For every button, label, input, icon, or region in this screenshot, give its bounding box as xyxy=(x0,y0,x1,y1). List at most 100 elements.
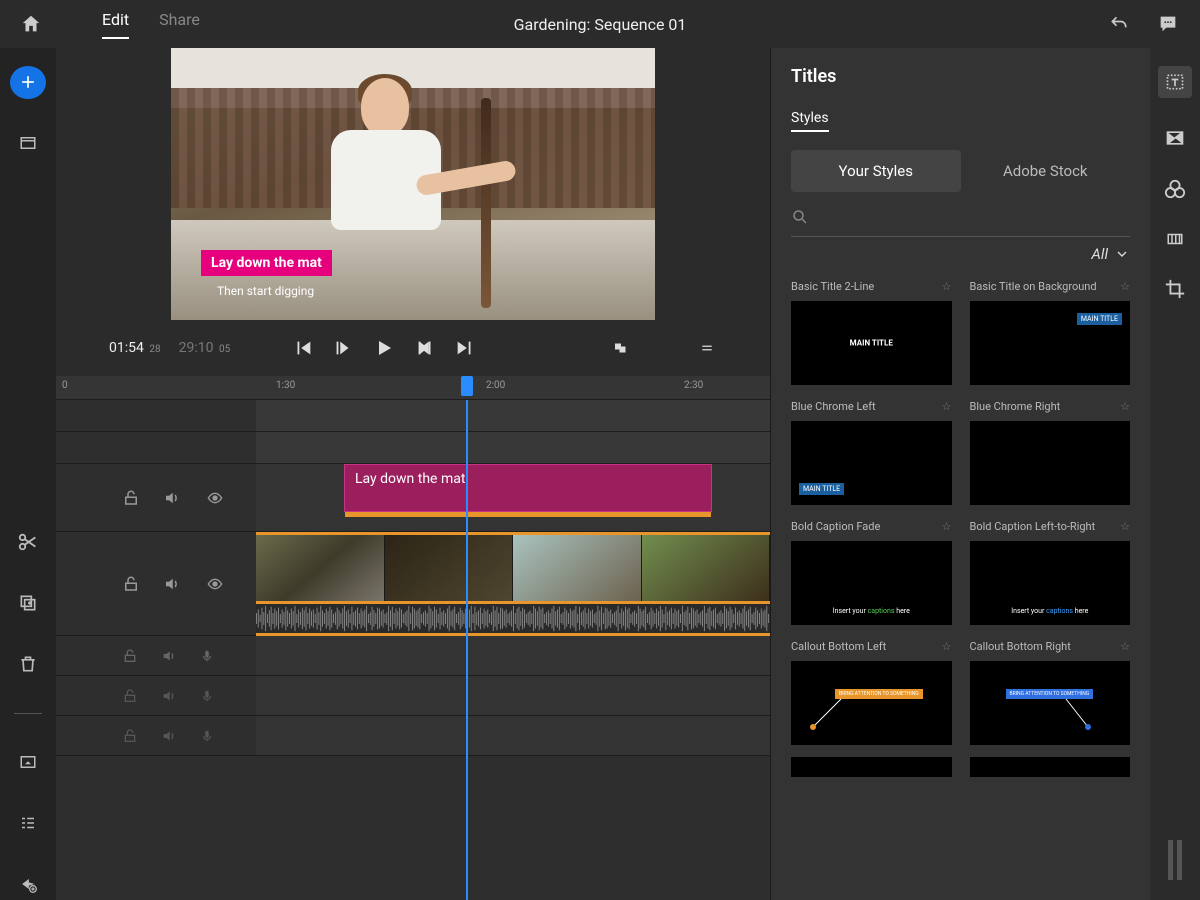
timeline-ruler[interactable]: 0 1:30 2:00 2:30 xyxy=(56,376,770,400)
skip-forward-icon[interactable] xyxy=(454,337,476,359)
style-name: Blue Chrome Right xyxy=(970,400,1061,413)
audio-track-2 xyxy=(56,676,770,716)
style-name: Basic Title 2-Line xyxy=(791,280,874,293)
overlay-title: Lay down the mat xyxy=(201,250,332,276)
track-list-icon[interactable] xyxy=(10,806,46,839)
home-icon[interactable] xyxy=(20,13,42,35)
spacer-track xyxy=(56,400,770,432)
style-name: Callout Bottom Left xyxy=(791,640,886,653)
lock-icon[interactable] xyxy=(122,647,138,665)
favorite-icon[interactable]: ☆ xyxy=(1120,520,1130,533)
favorite-icon[interactable]: ☆ xyxy=(1120,400,1130,413)
preview-monitor[interactable]: Lay down the mat Then start digging xyxy=(171,48,655,320)
style-item[interactable]: Basic Title on Background☆ MAIN TITLE xyxy=(970,277,1131,385)
crop-icon[interactable] xyxy=(1164,278,1186,300)
fullscreen-icon[interactable] xyxy=(611,339,631,357)
seg-adobe-stock[interactable]: Adobe Stock xyxy=(961,150,1131,192)
project-panel-icon[interactable] xyxy=(10,127,46,160)
expand-panel-icon[interactable] xyxy=(10,745,46,778)
mic-icon[interactable] xyxy=(200,646,214,666)
mute-icon[interactable] xyxy=(160,648,178,664)
visibility-icon[interactable] xyxy=(204,576,226,592)
step-forward-icon[interactable] xyxy=(414,337,436,359)
search-row[interactable] xyxy=(791,208,1130,237)
audio-meters-icon[interactable] xyxy=(1166,840,1184,880)
favorite-icon[interactable]: ☆ xyxy=(1120,640,1130,653)
right-toolbar xyxy=(1150,48,1200,900)
titles-tool-icon[interactable] xyxy=(1158,66,1192,98)
step-back-icon[interactable] xyxy=(332,337,354,359)
style-item[interactable]: Bold Caption Left-to-Right☆ Insert your … xyxy=(970,517,1131,625)
seg-your-styles[interactable]: Your Styles xyxy=(791,150,961,192)
mute-icon[interactable] xyxy=(160,688,178,704)
ruler-mark: 2:00 xyxy=(486,380,505,391)
mute-icon[interactable] xyxy=(162,575,182,593)
video-clip[interactable] xyxy=(256,532,770,604)
project-title: Gardening: Sequence 01 xyxy=(514,15,687,34)
preview-area: Lay down the mat Then start digging 01:5… xyxy=(56,48,770,376)
transitions-icon[interactable] xyxy=(1164,128,1186,148)
title-clip[interactable]: Lay down the mat xyxy=(344,464,712,512)
subtab-styles[interactable]: Styles xyxy=(791,110,829,132)
transport-bar: 01:54 28 29:10 05 xyxy=(93,320,733,376)
trash-icon[interactable] xyxy=(10,648,46,681)
titles-panel: Titles Styles Your Styles Adobe Stock Al… xyxy=(770,48,1150,900)
favorite-icon[interactable]: ☆ xyxy=(1120,280,1130,293)
add-marker-icon[interactable] xyxy=(10,867,46,900)
tab-edit[interactable]: Edit xyxy=(102,10,129,39)
visibility-icon[interactable] xyxy=(204,490,226,506)
style-name: Blue Chrome Left xyxy=(791,400,876,413)
timeline[interactable]: 0 1:30 2:00 2:30 Lay dow xyxy=(56,376,770,900)
styles-grid: Basic Title 2-Line☆ MAIN TITLE Basic Tit… xyxy=(791,277,1130,777)
audio-track-3 xyxy=(56,716,770,756)
lock-icon[interactable] xyxy=(122,727,138,745)
filter-label[interactable]: All xyxy=(1091,245,1108,263)
time-total: 29:10 05 xyxy=(179,340,231,356)
styles-segmented: Your Styles Adobe Stock xyxy=(791,150,1130,192)
style-item[interactable]: Callout Bottom Right☆ BRING ATTENTION TO… xyxy=(970,637,1131,745)
clip-label: Lay down the mat xyxy=(355,471,465,487)
mute-icon[interactable] xyxy=(160,728,178,744)
style-item[interactable] xyxy=(970,757,1131,777)
favorite-icon[interactable]: ☆ xyxy=(942,400,952,413)
time-current: 01:54 28 xyxy=(109,340,161,356)
video-track xyxy=(56,532,770,636)
style-item[interactable]: Blue Chrome Right ☆ xyxy=(970,397,1131,505)
duplicate-icon[interactable] xyxy=(10,587,46,620)
mic-icon[interactable] xyxy=(200,686,214,706)
comment-icon[interactable] xyxy=(1156,13,1180,35)
style-item[interactable]: Bold Caption Fade☆ Insert your captions … xyxy=(791,517,952,625)
play-icon[interactable] xyxy=(372,336,396,360)
spacer-track xyxy=(56,432,770,464)
undo-icon[interactable] xyxy=(1107,14,1131,34)
color-icon[interactable] xyxy=(1164,178,1186,200)
chevron-down-icon[interactable] xyxy=(1114,246,1130,262)
ruler-mark: 0 xyxy=(62,380,68,391)
lock-icon[interactable] xyxy=(122,687,138,705)
playhead[interactable] xyxy=(466,400,468,900)
mute-icon[interactable] xyxy=(162,489,182,507)
skip-back-icon[interactable] xyxy=(292,337,314,359)
add-media-button[interactable] xyxy=(10,66,46,99)
lock-icon[interactable] xyxy=(122,488,140,508)
panel-heading: Titles xyxy=(791,66,1130,87)
left-toolbar xyxy=(0,48,56,900)
style-item[interactable]: Callout Bottom Left☆ BRING ATTENTION TO … xyxy=(791,637,952,745)
scissors-icon[interactable] xyxy=(10,526,46,559)
favorite-icon[interactable]: ☆ xyxy=(942,640,952,653)
style-item[interactable]: Basic Title 2-Line☆ MAIN TITLE xyxy=(791,277,952,385)
audio-waveform[interactable] xyxy=(256,604,770,636)
style-item[interactable]: Blue Chrome Left☆ MAIN TITLE xyxy=(791,397,952,505)
speed-icon[interactable] xyxy=(1164,230,1186,248)
lock-icon[interactable] xyxy=(122,574,140,594)
search-input[interactable] xyxy=(817,209,1130,225)
mic-icon[interactable] xyxy=(200,726,214,746)
style-item[interactable] xyxy=(791,757,952,777)
search-icon xyxy=(791,208,809,226)
favorite-icon[interactable]: ☆ xyxy=(942,280,952,293)
favorite-icon[interactable]: ☆ xyxy=(942,520,952,533)
style-name: Bold Caption Fade xyxy=(791,520,880,533)
grip-icon[interactable] xyxy=(697,341,717,355)
tab-share[interactable]: Share xyxy=(159,10,200,39)
title-track: Lay down the mat xyxy=(56,464,770,532)
